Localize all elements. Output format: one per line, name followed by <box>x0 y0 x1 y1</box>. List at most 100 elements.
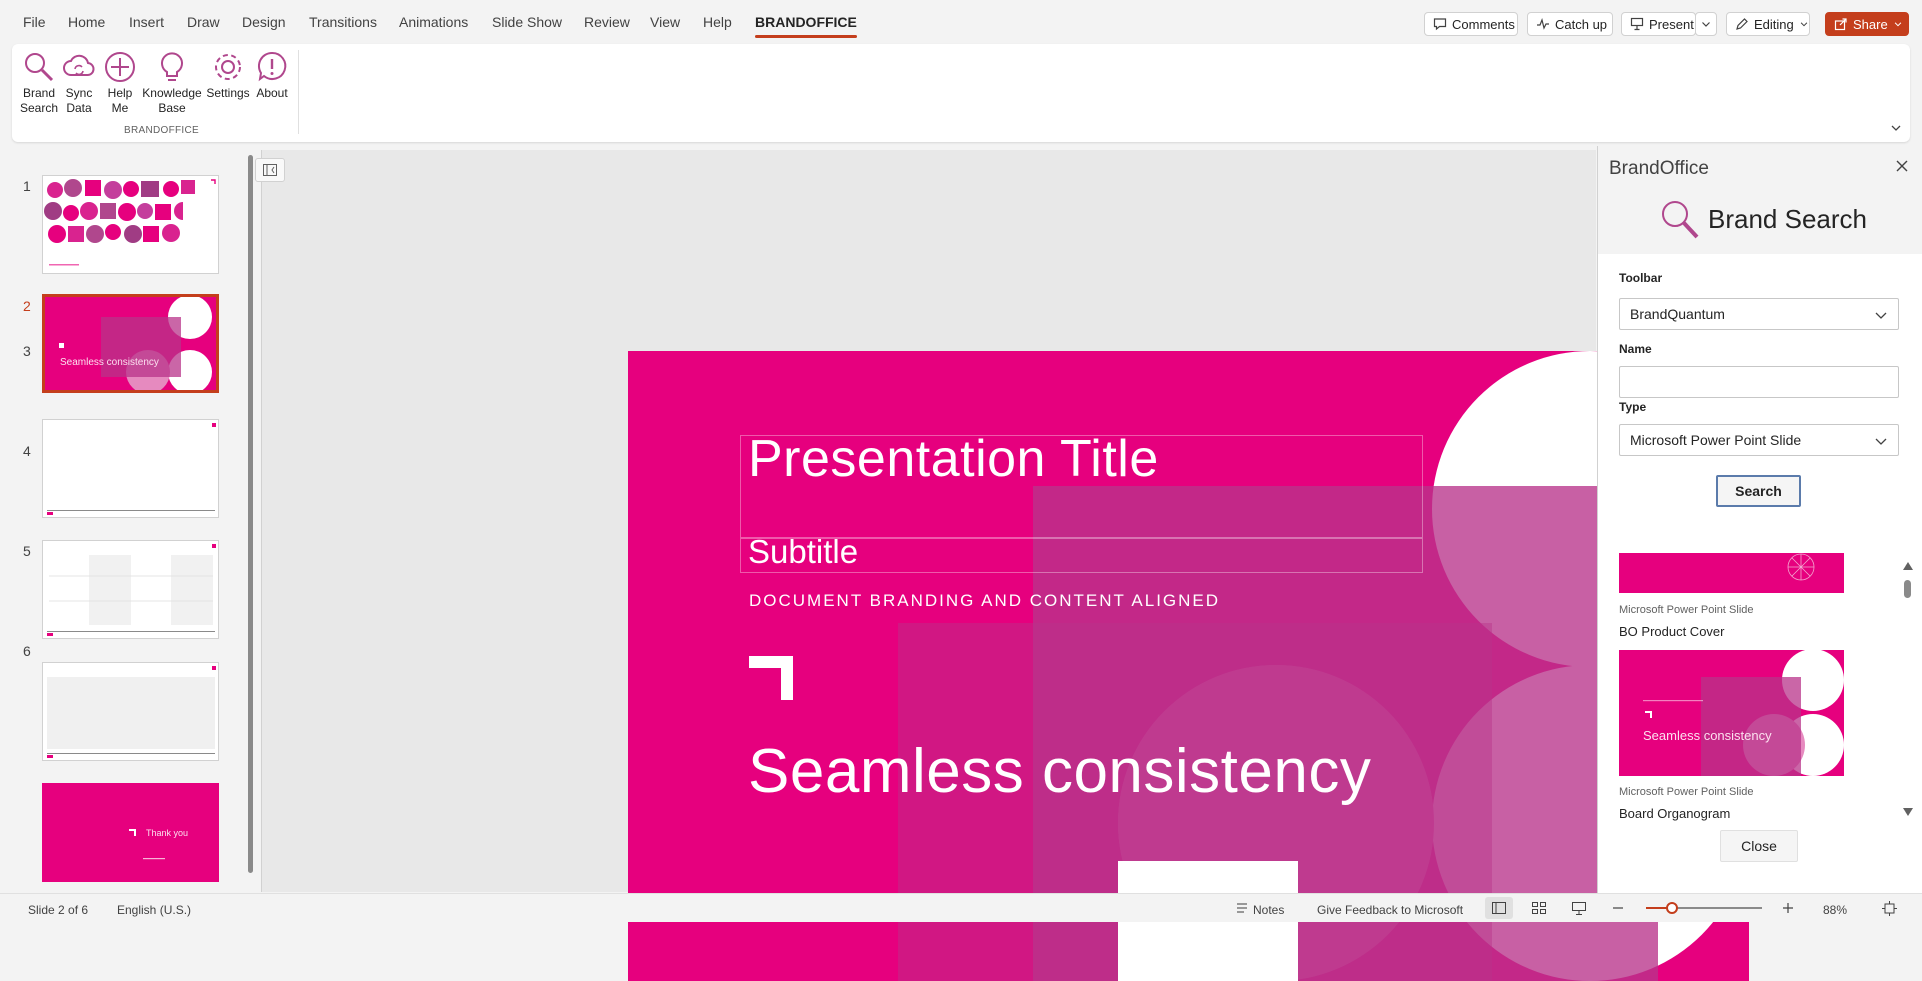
result-1-type: Microsoft Power Point Slide <box>1619 604 1754 616</box>
slide-thumbnail-3[interactable] <box>42 419 219 518</box>
editing-label: Editing <box>1754 16 1794 32</box>
slide-headline: Seamless consistency <box>748 737 1372 806</box>
current-slide[interactable]: Presentation Title Subtitle DOCUMENT BRA… <box>628 351 1749 981</box>
close-button[interactable]: Close <box>1720 830 1798 862</box>
share-button[interactable]: Share <box>1825 12 1909 36</box>
scroll-down-arrow-icon[interactable] <box>1903 808 1913 816</box>
slide-title: Presentation Title <box>748 430 1159 488</box>
cloud-sync-icon <box>62 50 96 84</box>
pencil-icon <box>1735 17 1749 31</box>
slide-thumbnail-1[interactable] <box>42 175 219 274</box>
result-1-title[interactable]: BO Product Cover <box>1619 624 1725 639</box>
slide-thumbnail-2[interactable]: Seamless consistency <box>42 294 219 393</box>
result-2-title[interactable]: Board Organogram <box>1619 806 1730 821</box>
zoom-slider[interactable] <box>1646 902 1762 914</box>
tab-brandoffice[interactable]: BRANDOFFICE <box>755 14 857 38</box>
slide-thumbnail-4[interactable] <box>42 540 219 639</box>
toolbar-label: Toolbar <box>1619 271 1663 285</box>
zoom-slider-thumb[interactable] <box>1666 902 1678 914</box>
name-input[interactable] <box>1619 366 1899 398</box>
close-pane-button[interactable] <box>1890 154 1914 178</box>
menu-bar: File Home Insert Draw Design Transitions… <box>0 0 1922 44</box>
catch-up-label: Catch up <box>1555 16 1608 32</box>
notes-button[interactable]: Notes <box>1253 903 1284 917</box>
tab-slide-show[interactable]: Slide Show <box>492 14 562 30</box>
search-button[interactable]: Search <box>1716 475 1801 507</box>
normal-view-button[interactable] <box>1485 897 1513 919</box>
ribbon-collapse-button[interactable] <box>1890 122 1902 134</box>
sync-data-label-1: Sync <box>65 86 93 100</box>
result-thumbnail-2[interactable]: Seamless consistency <box>1619 650 1844 776</box>
type-select[interactable]: Microsoft Power Point Slide <box>1619 424 1899 456</box>
catch-up-button[interactable]: Catch up <box>1527 12 1613 36</box>
sync-data-label-2: Data <box>66 101 92 115</box>
zoom-level[interactable]: 88% <box>1823 903 1847 917</box>
tab-animations[interactable]: Animations <box>399 14 468 30</box>
tab-help[interactable]: Help <box>703 14 732 30</box>
present-label: Present <box>1649 16 1694 32</box>
thumbnail-number: 6 <box>23 643 31 659</box>
chevron-down-icon <box>1799 19 1809 29</box>
slide-tagline: DOCUMENT BRANDING AND CONTENT ALIGNED <box>749 591 1221 610</box>
name-label: Name <box>1619 342 1652 356</box>
expand-thumbnails-button[interactable] <box>255 158 285 182</box>
knowledge-base-label-2: Base <box>158 101 186 115</box>
chevron-down-icon <box>1700 18 1712 30</box>
thumbnail-scrollbar[interactable] <box>248 155 253 873</box>
pane-form: Toolbar BrandQuantum Name Type Microsoft… <box>1598 254 1922 894</box>
result-2-type: Microsoft Power Point Slide <box>1619 786 1754 798</box>
tab-view[interactable]: View <box>650 14 680 30</box>
plus-circle-icon <box>103 50 137 84</box>
slide-canvas: Presentation Title Subtitle DOCUMENT BRA… <box>255 150 1749 981</box>
status-bar: Slide 2 of 6 English (U.S.) Notes Give F… <box>0 893 1922 922</box>
slide-thumbnail-5[interactable] <box>42 662 219 761</box>
slide-sorter-icon[interactable] <box>1532 902 1546 914</box>
present-dropdown-button[interactable] <box>1695 12 1717 36</box>
tab-design[interactable]: Design <box>242 14 286 30</box>
editing-mode-button[interactable]: Editing <box>1726 12 1810 36</box>
tab-file[interactable]: File <box>23 14 46 30</box>
zoom-out-icon[interactable] <box>1612 902 1624 914</box>
sync-data-button[interactable]: Sync Data <box>59 50 99 116</box>
knowledge-base-button[interactable]: Knowledge Base <box>140 50 204 116</box>
help-me-button[interactable]: Help Me <box>100 50 140 116</box>
present-button[interactable]: Present <box>1621 12 1696 36</box>
tab-home[interactable]: Home <box>68 14 105 30</box>
gear-icon <box>211 50 245 84</box>
comments-button[interactable]: Comments <box>1424 12 1518 36</box>
help-me-label-1: Help <box>107 86 133 100</box>
brand-search-button[interactable]: Brand Search <box>18 50 60 116</box>
about-button[interactable]: About <box>252 50 292 101</box>
chevron-down-icon <box>1874 308 1888 322</box>
type-label: Type <box>1619 400 1647 414</box>
brandoffice-task-pane: BrandOffice Brand Search Toolbar BrandQu… <box>1597 146 1922 894</box>
toolbar-value: BrandQuantum <box>1630 306 1725 322</box>
corner-bracket-icon <box>749 656 795 702</box>
language-indicator[interactable]: English (U.S.) <box>117 903 191 917</box>
knowledge-base-label-1: Knowledge <box>142 86 202 100</box>
reading-view-icon[interactable] <box>1572 902 1586 915</box>
fit-to-window-icon[interactable] <box>1882 901 1897 916</box>
zoom-in-icon[interactable] <box>1782 902 1794 914</box>
tab-transitions[interactable]: Transitions <box>309 14 377 30</box>
slide-thumbnail-pane: 1 2 Seamless consistency 3 4 5 6 Thank y… <box>0 150 258 892</box>
comments-label: Comments <box>1452 16 1515 32</box>
presenter-icon <box>1630 17 1644 31</box>
tab-review[interactable]: Review <box>584 14 630 30</box>
chevron-down-icon <box>1890 122 1902 134</box>
share-label: Share <box>1853 16 1888 32</box>
lightbulb-icon <box>155 50 189 84</box>
feedback-link[interactable]: Give Feedback to Microsoft <box>1317 903 1463 917</box>
scroll-up-arrow-icon[interactable] <box>1903 562 1913 570</box>
tab-insert[interactable]: Insert <box>129 14 164 30</box>
results-scrollbar-thumb[interactable] <box>1904 580 1911 598</box>
result-2-text: Seamless consistency <box>1643 728 1772 743</box>
tab-draw[interactable]: Draw <box>187 14 220 30</box>
normal-view-icon <box>1492 902 1506 914</box>
magnifier-icon <box>1658 198 1702 242</box>
slide-thumbnail-6[interactable]: Thank you <box>42 783 219 882</box>
toolbar-select[interactable]: BrandQuantum <box>1619 298 1899 330</box>
result-thumbnail-1[interactable] <box>1619 553 1844 593</box>
settings-button[interactable]: Settings <box>204 50 252 101</box>
pane-divider <box>261 150 262 892</box>
